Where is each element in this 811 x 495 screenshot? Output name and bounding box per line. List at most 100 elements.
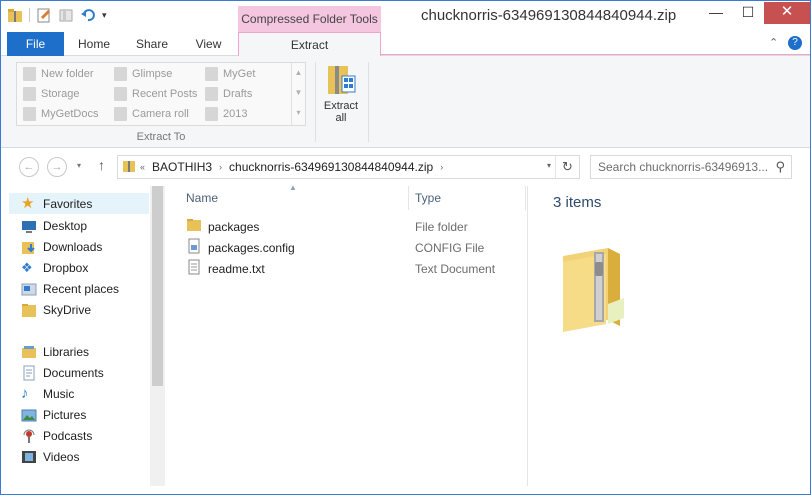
- folder-app-icon[interactable]: [7, 7, 23, 23]
- extract-all-label-line1: Extract: [323, 100, 359, 112]
- extract-to-gallery: New folder Glimpse MyGet Storage Recent …: [16, 62, 306, 126]
- gallery-item-label: Recent Posts: [132, 88, 198, 100]
- close-button[interactable]: ✕: [764, 2, 810, 24]
- tab-extract[interactable]: Extract: [238, 32, 381, 57]
- file-row[interactable]: packages.config CONFIG File: [186, 237, 526, 258]
- sidebar-item-label: Music: [43, 386, 75, 401]
- breadcrumb-item[interactable]: BAOTHIH3: [152, 160, 212, 174]
- sidebar-item-podcasts[interactable]: Podcasts: [21, 425, 92, 446]
- dropbox-icon: ❖: [21, 259, 33, 275]
- sidebar-item-recent-places[interactable]: Recent places: [21, 278, 119, 299]
- scroll-down-icon[interactable]: ▼: [292, 83, 305, 103]
- chevron-up-icon[interactable]: ⌃: [769, 36, 778, 49]
- breadcrumb-overflow[interactable]: «: [140, 162, 145, 172]
- music-icon: ♪: [21, 384, 29, 402]
- tab-file[interactable]: File: [7, 32, 64, 56]
- help-icon[interactable]: ?: [788, 36, 802, 50]
- up-button[interactable]: ↑: [98, 157, 105, 173]
- chevron-right-icon[interactable]: ›: [219, 162, 222, 172]
- extract-all-icon: [325, 62, 357, 96]
- skydrive-icon: [21, 302, 37, 318]
- file-list: Name ▲ Type packages File folder package…: [166, 183, 528, 486]
- videos-icon: [21, 449, 37, 465]
- file-row[interactable]: readme.txt Text Document: [186, 258, 526, 279]
- properties-icon[interactable]: [36, 7, 52, 23]
- column-header-type[interactable]: Type: [415, 186, 441, 210]
- title-bar: ▾ Compressed Folder Tools chucknorris-63…: [1, 1, 810, 32]
- gallery-item[interactable]: Camera roll: [114, 104, 189, 124]
- documents-icon: [21, 365, 37, 381]
- window-title: chucknorris-634969130844840944.zip: [421, 7, 677, 24]
- tab-home[interactable]: Home: [65, 32, 123, 56]
- sidebar-item-music[interactable]: ♪ Music: [21, 383, 74, 404]
- sidebar-item-label: SkyDrive: [43, 302, 92, 317]
- gallery-item[interactable]: Glimpse: [114, 64, 172, 84]
- gallery-item[interactable]: 2013: [205, 104, 247, 124]
- sidebar-item-downloads[interactable]: Downloads: [21, 236, 102, 257]
- gallery-item-label: Camera roll: [132, 108, 189, 120]
- tab-view[interactable]: View: [181, 32, 236, 56]
- customize-toolbar-icon[interactable]: ▾: [102, 7, 112, 23]
- maximize-button[interactable]: ☐: [733, 2, 763, 24]
- gallery-item-label: Glimpse: [132, 68, 173, 80]
- gallery-item-label: Drafts: [223, 88, 253, 100]
- group-divider: [315, 62, 316, 142]
- sidebar-item-dropbox[interactable]: ❖ Dropbox: [21, 257, 88, 278]
- column-separator[interactable]: [408, 186, 409, 210]
- gallery-item[interactable]: New folder: [23, 64, 94, 84]
- folder-icon: [114, 107, 127, 121]
- tab-share[interactable]: Share: [123, 32, 181, 56]
- scrollbar-thumb[interactable]: [152, 186, 163, 386]
- file-row[interactable]: packages File folder: [186, 216, 526, 237]
- gallery-item[interactable]: Recent Posts: [114, 84, 197, 104]
- navigation-pane-scrollbar[interactable]: [150, 186, 165, 486]
- sidebar-item-libraries[interactable]: Libraries: [21, 341, 89, 362]
- sidebar-item-label: Dropbox: [43, 260, 89, 275]
- sidebar-item-documents[interactable]: Documents: [21, 362, 104, 383]
- undo-icon[interactable]: [80, 7, 96, 23]
- gallery-item[interactable]: Storage: [23, 84, 80, 104]
- sidebar-item-favorites[interactable]: ★ Favorites: [9, 193, 149, 214]
- refresh-icon[interactable]: ↻: [555, 156, 579, 178]
- sidebar-item-label: Downloads: [43, 239, 103, 254]
- sidebar-item-label: Favorites: [43, 196, 93, 211]
- scroll-up-icon[interactable]: ▲: [292, 63, 305, 83]
- recent-locations-icon[interactable]: ▾: [77, 161, 81, 170]
- gallery-item-label: Storage: [41, 88, 80, 100]
- search-input[interactable]: Search chucknorris-63496913... ⚲: [590, 155, 792, 179]
- downloads-icon: [21, 239, 37, 255]
- sidebar-item-skydrive[interactable]: SkyDrive: [21, 299, 91, 320]
- folder-icon: [23, 87, 36, 101]
- column-header-name[interactable]: Name: [186, 186, 218, 210]
- address-bar[interactable]: « BAOTHIH3 › chucknorris-634969130844840…: [117, 155, 580, 179]
- file-name: packages.config: [208, 240, 295, 255]
- address-history-icon[interactable]: ▾: [547, 161, 551, 170]
- recent-places-icon: [21, 281, 37, 297]
- folder-icon: [205, 67, 218, 81]
- gallery-scroll[interactable]: ▲ ▼ ▾: [291, 63, 305, 125]
- file-type: CONFIG File: [415, 240, 485, 255]
- sidebar-item-desktop[interactable]: Desktop: [21, 215, 87, 236]
- extract-all-button[interactable]: Extract all: [319, 60, 363, 130]
- gallery-item[interactable]: MyGet: [205, 64, 255, 84]
- column-separator[interactable]: [525, 186, 526, 210]
- status-bar: [1, 486, 810, 494]
- sidebar-item-label: Desktop: [43, 218, 88, 233]
- zip-folder-large-icon: [558, 244, 648, 334]
- breadcrumb-item[interactable]: chucknorris-634969130844840944.zip: [229, 160, 433, 174]
- sidebar-item-videos[interactable]: Videos: [21, 446, 79, 467]
- gallery-item[interactable]: MyGetDocs: [23, 104, 98, 124]
- config-file-icon: [186, 238, 202, 257]
- minimize-button[interactable]: —: [701, 2, 731, 24]
- sidebar-item-pictures[interactable]: Pictures: [21, 404, 86, 425]
- forward-button[interactable]: →: [47, 157, 67, 177]
- back-button[interactable]: ←: [19, 157, 39, 177]
- sidebar-item-label: Videos: [43, 449, 80, 464]
- gallery-more-icon[interactable]: ▾: [292, 103, 305, 123]
- group-label-extract-to: Extract To: [136, 131, 186, 143]
- search-icon[interactable]: ⚲: [775, 156, 785, 178]
- gallery-item[interactable]: Drafts: [205, 84, 252, 104]
- new-folder-icon[interactable]: [58, 7, 74, 23]
- extract-all-label-line2: all: [335, 112, 347, 124]
- chevron-right-icon[interactable]: ›: [440, 162, 443, 172]
